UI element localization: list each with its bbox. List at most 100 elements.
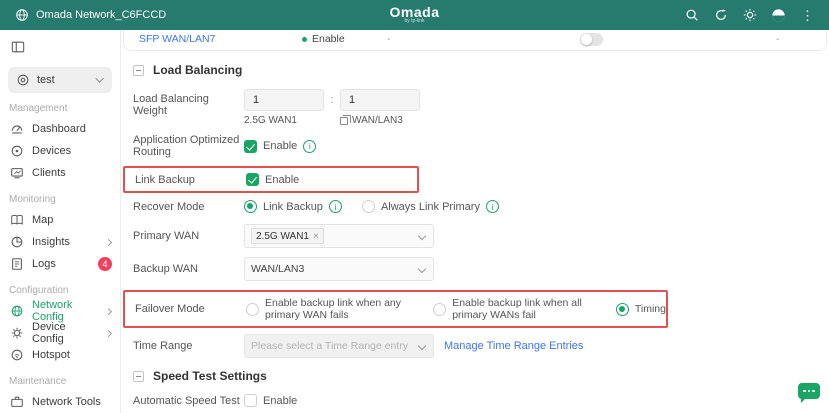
speed-test-section-header: Speed Test Settings xyxy=(133,369,829,383)
failover-mode-row: Failover Mode Enable backup link when an… xyxy=(135,297,666,321)
clients-icon xyxy=(10,166,24,180)
site-title-area: Omada Network_C6FCCD xyxy=(0,8,166,23)
field-label: Automatic Speed Test xyxy=(133,395,244,407)
field-label: Primary WAN xyxy=(133,230,244,242)
collapse-sidebar-icon[interactable] xyxy=(11,40,25,54)
backup-wan-select[interactable]: WAN/LAN3 xyxy=(244,257,434,281)
radio-label: Enable backup link when any primary WAN … xyxy=(265,297,417,321)
sidebar-item-dashboard[interactable]: Dashboard xyxy=(0,118,120,140)
field-label: Backup WAN xyxy=(133,263,244,275)
field-label: Application Optimized Routing xyxy=(133,134,244,158)
insights-icon xyxy=(10,235,24,249)
sidebar-item-map[interactable]: Map xyxy=(0,209,120,231)
wan-table-row: SFP WAN/LAN7 Enable - - xyxy=(123,30,827,51)
collapse-section-icon[interactable] xyxy=(133,65,144,76)
devices-icon xyxy=(10,144,24,158)
checkbox-label: Enable xyxy=(265,174,299,186)
device-config-icon xyxy=(10,326,24,340)
radio-label: Link Backup xyxy=(263,201,323,213)
time-range-select[interactable]: Please select a Time Range entry xyxy=(244,334,434,358)
weight-separator: : xyxy=(324,94,340,106)
network-config-icon xyxy=(10,304,24,318)
info-icon[interactable]: i xyxy=(303,140,316,153)
site-selector[interactable]: test xyxy=(8,67,112,93)
link-backup-enable-checkbox[interactable] xyxy=(246,173,259,186)
section-title: Load Balancing xyxy=(153,63,242,77)
refresh-icon[interactable] xyxy=(713,8,728,23)
failover-any-wan-radio[interactable] xyxy=(246,303,259,316)
wan-toggle[interactable] xyxy=(580,33,603,46)
field-label: Link Backup xyxy=(135,174,246,186)
site-title: Omada Network_C6FCCD xyxy=(36,9,166,21)
wan-status-text: Enable xyxy=(312,33,345,45)
field-label: Recover Mode xyxy=(133,201,244,213)
search-icon[interactable] xyxy=(684,8,699,23)
select-value: WAN/LAN3 xyxy=(251,263,304,275)
weight-port-2-label: WAN/LAN3 xyxy=(352,115,403,126)
chevron-down-icon xyxy=(95,74,103,82)
hotspot-icon xyxy=(10,348,24,362)
main-content: SFP WAN/LAN7 Enable - - Load Balancing L… xyxy=(121,30,829,413)
sidebar-item-clients[interactable]: Clients xyxy=(0,162,120,184)
manage-time-range-link[interactable]: Manage Time Range Entries xyxy=(444,340,583,352)
chat-bubble-icon[interactable] xyxy=(798,383,820,399)
aor-enable-checkbox[interactable] xyxy=(244,140,257,153)
info-icon[interactable]: i xyxy=(329,200,342,213)
status-dot-icon xyxy=(302,37,307,42)
sidebar-item-device-config[interactable]: Device Config xyxy=(0,322,120,344)
recover-mode-row: Recover Mode Link Backup i Always Link P… xyxy=(133,200,829,213)
field-label: Load Balancing Weight xyxy=(133,89,244,117)
info-icon[interactable]: i xyxy=(486,200,499,213)
sidebar-item-label: Map xyxy=(32,214,53,226)
failover-all-wans-radio[interactable] xyxy=(433,303,446,316)
toggle-knob xyxy=(581,34,592,45)
sidebar-item-label: Dashboard xyxy=(32,123,86,135)
auto-speed-test-checkbox[interactable] xyxy=(244,394,257,407)
sidebar-item-label: Logs xyxy=(32,258,56,270)
sidebar: test Management Dashboard Devices Client… xyxy=(0,30,121,413)
selected-wan-tag: 2.5G WAN1 × xyxy=(251,228,324,244)
backup-wan-row: Backup WAN WAN/LAN3 xyxy=(133,257,829,281)
section-title: Speed Test Settings xyxy=(153,369,267,383)
section-label-maintenance: Maintenance xyxy=(9,376,120,387)
radio-label: Always Link Primary xyxy=(381,201,480,213)
remove-tag-icon[interactable]: × xyxy=(313,231,319,242)
recover-always-link-primary-radio[interactable] xyxy=(362,200,375,213)
field-label: Failover Mode xyxy=(135,303,246,315)
section-label-management: Management xyxy=(9,103,120,114)
brightness-icon[interactable] xyxy=(742,8,757,23)
primary-wan-select[interactable]: 2.5G WAN1 × xyxy=(244,224,434,248)
failover-timing-radio[interactable] xyxy=(616,303,629,316)
sidebar-item-network-tools[interactable]: Network Tools xyxy=(0,391,120,413)
collapse-section-icon[interactable] xyxy=(133,371,144,382)
header-actions: ⋮ xyxy=(684,8,829,23)
weight-input-2[interactable] xyxy=(340,89,420,111)
sidebar-item-network-config[interactable]: Network Config xyxy=(0,300,120,322)
application-optimized-routing-row: Application Optimized Routing Enable i xyxy=(133,134,829,158)
link-backup-row: Link Backup Enable xyxy=(135,173,417,186)
sidebar-item-devices[interactable]: Devices xyxy=(0,140,120,162)
weight-input-1[interactable] xyxy=(244,89,324,111)
sidebar-item-label: Devices xyxy=(32,145,71,157)
sidebar-item-hotspot[interactable]: Hotspot xyxy=(0,344,120,366)
time-range-row: Time Range Please select a Time Range en… xyxy=(133,334,829,358)
sidebar-item-insights[interactable]: Insights xyxy=(0,231,120,253)
field-label: Time Range xyxy=(133,340,244,352)
load-balancing-section-header: Load Balancing xyxy=(133,63,829,77)
sidebar-item-label: Network Tools xyxy=(32,396,101,408)
recover-link-backup-radio[interactable] xyxy=(244,200,257,213)
network-tools-icon xyxy=(10,395,24,409)
checkbox-label: Enable xyxy=(263,140,297,152)
chevron-down-icon xyxy=(418,265,426,273)
wan-empty-value: - xyxy=(776,33,780,45)
checkbox-label: Enable xyxy=(263,395,297,407)
kebab-menu-icon[interactable]: ⋮ xyxy=(800,8,815,23)
weight-port-1-label: 2.5G WAN1 xyxy=(244,115,340,126)
select-placeholder: Please select a Time Range entry xyxy=(251,340,408,352)
wan-port-link[interactable]: SFP WAN/LAN7 xyxy=(139,33,215,45)
load-balancing-weight-row: Load Balancing Weight : 2.5G WAN1 WAN/LA… xyxy=(133,89,829,126)
sidebar-item-label: Insights xyxy=(32,236,70,248)
user-avatar-icon[interactable] xyxy=(771,8,786,23)
sidebar-item-label: Device Config xyxy=(32,321,98,345)
sidebar-item-logs[interactable]: Logs 4 xyxy=(0,253,120,275)
